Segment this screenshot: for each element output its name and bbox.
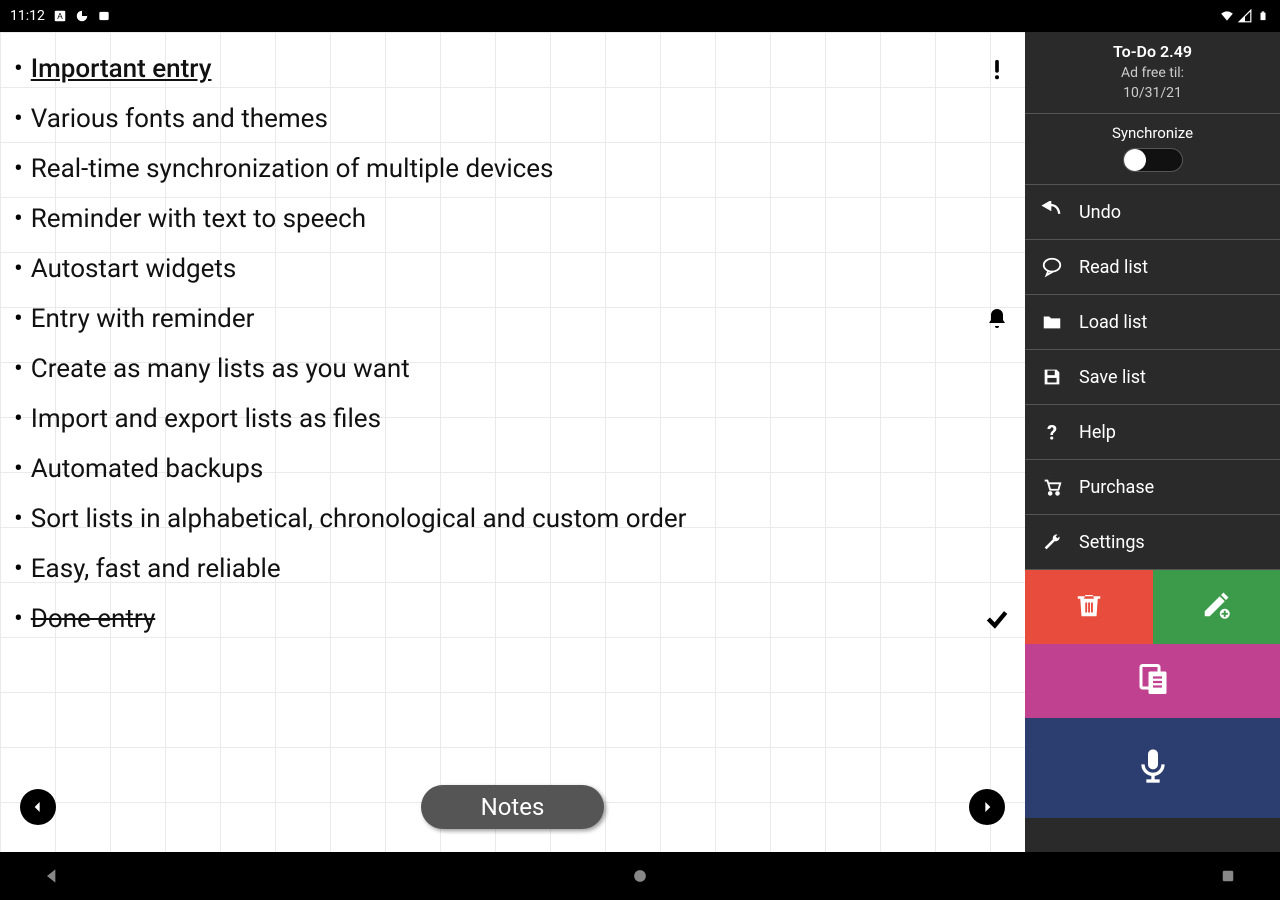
menu-help-label: Help [1079,422,1116,443]
bullet-icon: • [14,456,23,482]
list-item[interactable]: • Entry with reminder [10,294,1015,344]
save-icon [1041,366,1063,388]
delete-button[interactable] [1025,570,1153,644]
voice-button[interactable] [1025,718,1280,818]
list-item[interactable]: • Done entry [10,594,1015,644]
app-title: To-Do 2.49 [1031,42,1274,61]
app-header: To-Do 2.49 Ad free til: 10/31/21 [1025,32,1280,114]
menu-load-list[interactable]: Load list [1025,295,1280,350]
list-item-text: Real-time synchronization of multiple de… [31,154,554,184]
bullet-icon: • [14,356,23,382]
back-nav-icon[interactable] [40,864,64,888]
menu-undo-label: Undo [1079,202,1121,223]
list-item[interactable]: • Various fonts and themes [10,94,1015,144]
sync-section: Synchronize [1025,114,1280,185]
status-bar: 11:12 A [0,0,1280,32]
bullet-icon: • [14,206,23,232]
list-item-text: Easy, fast and reliable [31,554,281,584]
list-item[interactable]: • Create as many lists as you want [10,344,1015,394]
android-nav-bar [0,852,1280,900]
pencil-plus-icon [1201,590,1231,624]
sync-label: Synchronize [1025,124,1280,142]
status-time: 11:12 [10,8,45,24]
menu-save-list[interactable]: Save list [1025,350,1280,405]
bullet-icon: • [14,256,23,282]
copy-button[interactable] [1025,644,1280,718]
list-content: • Important entry • Various fonts and theme… [0,32,1025,852]
list-item-text: Autostart widgets [31,254,237,284]
menu-load-list-label: Load list [1079,312,1147,333]
list-item-text: Reminder with text to speech [31,204,366,234]
menu-settings-label: Settings [1079,532,1145,553]
menu-purchase[interactable]: Purchase [1025,460,1280,515]
menu-read-list-label: Read list [1079,257,1148,278]
menu-save-list-label: Save list [1079,367,1146,388]
svg-text:?: ? [1047,421,1057,443]
notes-label: Notes [481,793,545,821]
list-item[interactable]: • Autostart widgets [10,244,1015,294]
status-pie-icon [75,9,89,23]
list-item[interactable]: • Automated backups [10,444,1015,494]
menu-help[interactable]: ? Help [1025,405,1280,460]
list-item[interactable]: • Reminder with text to speech [10,194,1015,244]
bullet-icon: • [14,506,23,532]
list-item[interactable]: • Easy, fast and reliable [10,544,1015,594]
list-item-text: Create as many lists as you want [31,354,410,384]
ad-free-date: 10/31/21 [1031,85,1274,101]
cart-icon [1041,476,1063,498]
bullet-icon: • [14,606,23,632]
sync-toggle[interactable] [1123,148,1183,172]
bell-icon [983,305,1011,333]
bullet-icon: • [14,56,23,82]
list-item-text: Import and export lists as files [31,404,381,434]
speech-icon [1041,256,1063,278]
menu-settings[interactable]: Settings [1025,515,1280,570]
svg-text:A: A [57,12,63,21]
battery-icon [1256,9,1270,23]
list-item-text: Automated backups [31,454,263,484]
home-nav-icon[interactable] [628,864,652,888]
bullet-icon: • [14,156,23,182]
signal-icon [1238,9,1252,23]
list-item[interactable]: • Real-time synchronization of multiple d… [10,144,1015,194]
list-item[interactable]: • Important entry [10,44,1015,94]
folder-icon [1041,311,1063,333]
menu-read-list[interactable]: Read list [1025,240,1280,295]
copy-icon [1135,661,1171,701]
notes-button[interactable]: Notes [421,785,605,829]
bullet-icon: • [14,306,23,332]
bullet-icon: • [14,106,23,132]
list-item-text: Important entry [31,54,212,84]
sidebar: To-Do 2.49 Ad free til: 10/31/21 Synchro… [1025,32,1280,852]
bullet-icon: • [14,406,23,432]
list-item[interactable]: • Import and export lists as files [10,394,1015,444]
menu-purchase-label: Purchase [1079,477,1154,498]
list-item-text: Sort lists in alphabetical, chronologica… [31,504,687,534]
exclaim-icon [983,55,1011,83]
menu-undo[interactable]: Undo [1025,185,1280,240]
bullet-icon: • [14,556,23,582]
bottom-bar: Notes [0,772,1025,852]
list-item-text: Various fonts and themes [31,104,328,134]
undo-icon [1041,201,1063,223]
mic-icon [1133,746,1173,790]
trash-icon [1074,590,1104,624]
edit-button[interactable] [1153,570,1280,644]
list-item-text: Done entry [31,604,155,634]
status-card-icon [97,9,111,23]
ad-free-label: Ad free til: [1031,65,1274,81]
next-list-button[interactable] [969,789,1005,825]
recent-nav-icon[interactable] [1216,864,1240,888]
list-item-text: Entry with reminder [31,304,255,334]
prev-list-button[interactable] [20,789,56,825]
status-a-icon: A [53,9,67,23]
wifi-icon [1220,9,1234,23]
check-icon [983,605,1011,633]
list-item[interactable]: • Sort lists in alphabetical, chronologic… [10,494,1015,544]
help-icon: ? [1041,421,1063,443]
wrench-icon [1041,531,1063,553]
